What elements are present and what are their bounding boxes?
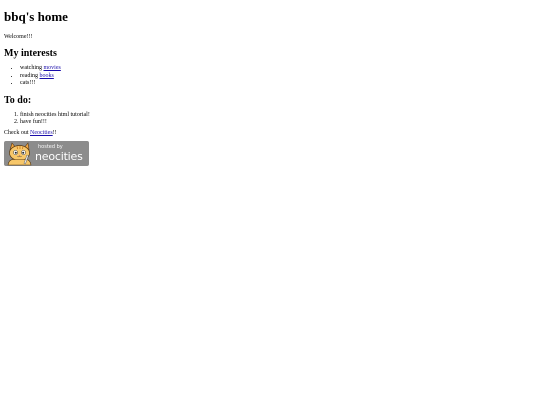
welcome-text: Welcome!!! xyxy=(4,34,33,40)
movies-link[interactable]: movies xyxy=(44,65,61,71)
todo-list: finish neocities html tutorial! have fun… xyxy=(4,112,536,127)
badge-neocities-wordmark: neocities xyxy=(35,149,83,163)
neocities-cat-icon xyxy=(7,141,32,165)
list-item: finish neocities html tutorial! xyxy=(20,112,536,120)
badge-text: hosted by neocities xyxy=(35,143,83,163)
check-out-suffix: !! xyxy=(52,129,57,136)
books-link[interactable]: books xyxy=(40,73,54,79)
list-item-text: watching xyxy=(20,65,44,71)
check-out-prefix: Check out xyxy=(4,129,30,136)
hosted-by-neocities-badge[interactable]: hosted by neocities xyxy=(4,140,89,166)
list-item: watching movies xyxy=(20,65,536,73)
todo-heading: To do: xyxy=(4,94,32,106)
list-item: reading books xyxy=(20,73,536,81)
page-title: bbq's home xyxy=(4,9,68,24)
interests-heading: My interests xyxy=(4,48,57,59)
check-out-text: Check out Neocities!! xyxy=(4,130,536,137)
list-item: have fun!!! xyxy=(20,119,536,127)
interests-list: watching movies reading books cats!!! xyxy=(4,65,536,88)
list-item: cats!!! xyxy=(20,80,536,88)
list-item-text: reading xyxy=(20,72,40,79)
page: bbq's home Welcome!!! My interests watch… xyxy=(0,9,540,405)
badge-hosted-by: hosted by xyxy=(38,143,63,150)
neocities-link[interactable]: Neocities xyxy=(30,130,53,136)
list-item-text: cats!!! xyxy=(20,80,36,86)
